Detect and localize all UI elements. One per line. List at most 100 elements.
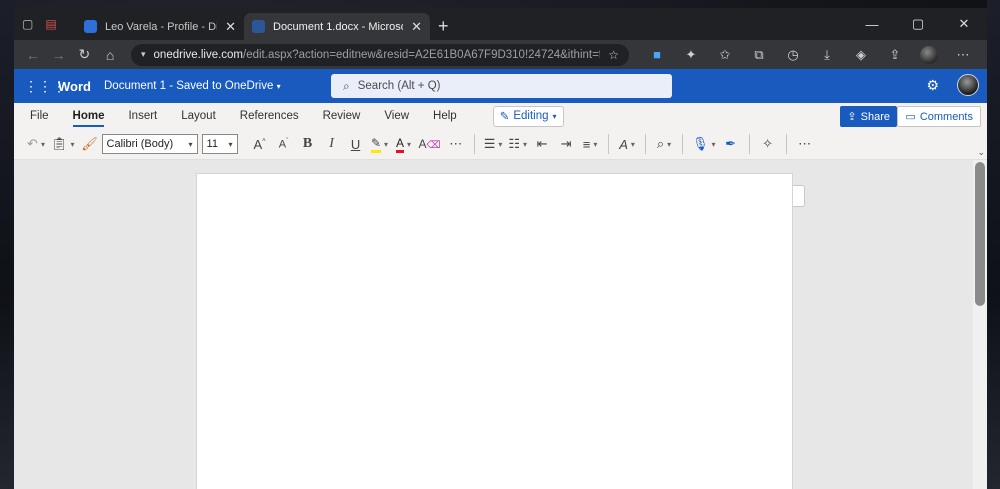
- dictate-button[interactable]: 🎙︎ ▾: [689, 132, 719, 156]
- tab-strip: ▢ ▤ Leo Varela - Profile - Disqus ✕ Docu…: [14, 8, 987, 40]
- desktop-background-left: [0, 0, 14, 489]
- clipboard-icon: 📋︎: [51, 136, 68, 151]
- find-button[interactable]: ⌕ ▾: [652, 132, 676, 156]
- grow-font-button[interactable]: A^: [248, 132, 272, 156]
- find-icon: ⌕: [656, 136, 665, 151]
- search-placeholder: Search (Alt + Q): [357, 80, 441, 92]
- tab-layout[interactable]: Layout: [181, 103, 216, 129]
- back-icon[interactable]: ←: [22, 43, 44, 67]
- url-domain: onedrive.live.com: [153, 48, 244, 61]
- tab-disqus[interactable]: Leo Varela - Profile - Disqus ✕: [76, 13, 244, 40]
- chevron-down-icon: ▾: [711, 139, 716, 149]
- highlighter-icon: ✎: [370, 136, 382, 153]
- font-color-button[interactable]: A ▾: [392, 132, 416, 156]
- increase-indent-icon: ⇥: [560, 136, 572, 151]
- comments-button[interactable]: ▭ Comments: [897, 106, 981, 127]
- maximize-icon[interactable]: ▢: [895, 8, 941, 40]
- favorites-icon[interactable]: ✩: [709, 43, 741, 67]
- clear-formatting-button[interactable]: A⌫: [416, 132, 444, 156]
- favorite-star-icon[interactable]: ☆: [608, 48, 619, 62]
- font-name-select[interactable]: Calibri (Body) ▾: [101, 134, 198, 154]
- tab-actions-icon[interactable]: ▢: [22, 17, 33, 31]
- home-icon[interactable]: ⌂: [99, 43, 121, 67]
- more-options-button[interactable]: ⋯: [793, 132, 817, 156]
- underline-button[interactable]: U: [344, 132, 368, 156]
- editor-button[interactable]: ✒: [719, 132, 743, 156]
- undo-button[interactable]: ↶ ▾: [24, 132, 48, 156]
- chevron-down-icon: ▾: [552, 111, 557, 121]
- font-name-value: Calibri (Body): [106, 138, 174, 150]
- history-icon[interactable]: ◷: [777, 43, 809, 67]
- share-page-icon[interactable]: ⇪: [879, 43, 911, 67]
- tab-word-document[interactable]: Document 1.docx - Microsoft W ✕: [244, 13, 430, 40]
- tab-file[interactable]: File: [30, 103, 49, 129]
- share-label: Share: [860, 110, 890, 123]
- font-size-select[interactable]: 11 ▾: [201, 134, 238, 154]
- editing-mode-button[interactable]: ✎ Editing ▾: [492, 105, 564, 127]
- profile-avatar[interactable]: [913, 43, 945, 67]
- styles-button[interactable]: A ▾: [615, 132, 639, 156]
- browser-essentials-icon[interactable]: ◈: [845, 43, 877, 67]
- app-name[interactable]: Word: [58, 79, 104, 94]
- vertical-scrollbar[interactable]: [973, 160, 987, 489]
- italic-button[interactable]: I: [320, 132, 344, 156]
- document-page[interactable]: [196, 173, 793, 489]
- scrollbar-thumb[interactable]: [975, 162, 985, 306]
- shrink-font-icon: Aˇ: [278, 137, 289, 151]
- font-color-icon: A: [396, 136, 405, 153]
- separator: [682, 134, 684, 154]
- chevron-down-icon: ▾: [188, 139, 193, 149]
- format-painter-button[interactable]: 🖌︎: [78, 132, 102, 156]
- numbered-list-icon: ☷: [508, 136, 521, 151]
- page-side-tab: [793, 185, 805, 207]
- ribbon-collapse-icon[interactable]: ⌄: [977, 147, 985, 158]
- chevron-down-icon: ▾: [523, 139, 528, 149]
- document-canvas: [14, 160, 987, 489]
- highlight-button[interactable]: ✎ ▾: [368, 132, 392, 156]
- url-input[interactable]: ▾ onedrive.live.com/edit.aspx?action=edi…: [131, 43, 629, 66]
- alignment-button[interactable]: ≡ ▾: [578, 132, 602, 156]
- designer-button[interactable]: ✧: [756, 132, 780, 156]
- tab-references[interactable]: References: [240, 103, 299, 129]
- extensions-icon[interactable]: ✦: [675, 43, 707, 67]
- account-avatar[interactable]: [957, 74, 979, 96]
- downloads-icon[interactable]: ⤓: [811, 43, 843, 67]
- bullet-list-icon: ☰: [483, 136, 496, 151]
- tab-title: Leo Varela - Profile - Disqus: [105, 20, 217, 33]
- search-input[interactable]: ⌕ Search (Alt + Q): [331, 74, 672, 98]
- increase-indent-button[interactable]: ⇥: [554, 132, 578, 156]
- bullets-button[interactable]: ☰ ▾: [481, 132, 506, 156]
- tab-review[interactable]: Review: [323, 103, 361, 129]
- refresh-icon[interactable]: ↻: [74, 43, 96, 67]
- close-tab-icon[interactable]: ✕: [225, 19, 236, 35]
- share-button[interactable]: ⇪ Share: [840, 106, 897, 127]
- pencil-icon: ✎: [499, 111, 510, 123]
- collections-icon[interactable]: ▤: [45, 17, 56, 31]
- app-launcher-icon[interactable]: ⋮⋮⋮: [24, 78, 66, 95]
- tab-help[interactable]: Help: [433, 103, 457, 129]
- more-options-icon[interactable]: ⋯: [947, 43, 979, 67]
- format-painter-icon: 🖌︎: [81, 136, 98, 151]
- office-extension-icon[interactable]: ■: [641, 43, 673, 67]
- minimize-icon[interactable]: —: [849, 8, 895, 40]
- document-title[interactable]: Document 1 - Saved to OneDrive ▾: [104, 80, 281, 92]
- tab-home[interactable]: Home: [72, 103, 104, 129]
- separator: [748, 134, 750, 154]
- numbering-button[interactable]: ☷ ▾: [505, 132, 530, 156]
- close-tab-icon[interactable]: ✕: [411, 19, 422, 35]
- settings-gear-icon[interactable]: ⚙: [926, 77, 939, 94]
- more-icon: ⋯: [449, 136, 463, 151]
- new-tab-button[interactable]: +: [438, 13, 449, 40]
- forward-icon[interactable]: →: [48, 43, 70, 67]
- site-info-icon[interactable]: ▾: [141, 49, 146, 60]
- bold-button[interactable]: B: [296, 132, 320, 156]
- tab-view[interactable]: View: [384, 103, 409, 129]
- close-window-icon[interactable]: ✕: [941, 8, 987, 40]
- more-font-options-button[interactable]: ⋯: [444, 132, 468, 156]
- decrease-indent-button[interactable]: ⇤: [530, 132, 554, 156]
- separator: [608, 134, 610, 154]
- shrink-font-button[interactable]: Aˇ: [272, 132, 296, 156]
- tab-insert[interactable]: Insert: [128, 103, 157, 129]
- collections-toolbar-icon[interactable]: ⧉: [743, 43, 775, 67]
- paste-button[interactable]: 📋︎ ▾: [48, 132, 78, 156]
